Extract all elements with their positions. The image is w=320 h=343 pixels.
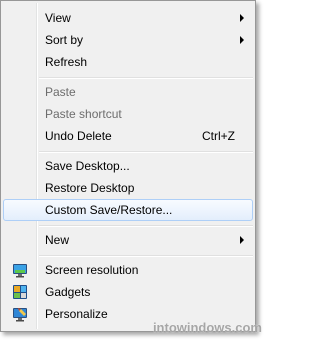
menu-item-label: Refresh — [45, 55, 88, 69]
menu-item-label: Undo Delete — [45, 129, 112, 143]
menu-item-custom-save-restore[interactable]: Custom Save/Restore... — [3, 199, 253, 221]
watermark-text: intowindows.com — [152, 320, 262, 335]
menu-item-gadgets[interactable]: Gadgets — [3, 281, 253, 303]
monitor-icon — [13, 264, 27, 278]
menu-item-label: Restore Desktop — [45, 181, 135, 195]
submenu-arrow-icon — [240, 14, 244, 22]
menu-item-new[interactable]: New — [3, 229, 253, 251]
menu-separator — [39, 225, 253, 227]
menu-item-label: Paste — [45, 85, 76, 99]
menu-item-sort-by[interactable]: Sort by — [3, 29, 253, 51]
menu-separator — [39, 77, 253, 79]
desktop-background: View Sort by Refresh Paste Paste shortcu… — [0, 0, 270, 343]
submenu-arrow-icon — [240, 36, 244, 44]
menu-item-view[interactable]: View — [3, 7, 253, 29]
menu-separator — [39, 151, 253, 153]
menu-item-label: View — [45, 11, 71, 25]
menu-item-save-desktop[interactable]: Save Desktop... — [3, 155, 253, 177]
menu-item-undo-delete[interactable]: Undo Delete Ctrl+Z — [3, 125, 253, 147]
menu-item-paste: Paste — [3, 81, 253, 103]
gadgets-icon — [13, 285, 27, 299]
menu-item-refresh[interactable]: Refresh — [3, 51, 253, 73]
menu-item-label: Gadgets — [45, 285, 91, 299]
submenu-arrow-icon — [240, 236, 244, 244]
menu-item-label: Personalize — [45, 307, 108, 321]
menu-item-label: Save Desktop... — [45, 159, 130, 173]
menu-item-label: New — [45, 233, 70, 247]
menu-item-screen-resolution[interactable]: Screen resolution — [3, 259, 253, 281]
menu-item-label: Screen resolution — [45, 263, 139, 277]
menu-item-label: Paste shortcut — [45, 107, 122, 121]
menu-item-restore-desktop[interactable]: Restore Desktop — [3, 177, 253, 199]
menu-item-shortcut: Ctrl+Z — [202, 129, 235, 143]
menu-item-label: Sort by — [45, 33, 84, 47]
personalize-icon — [13, 308, 27, 322]
menu-item-paste-shortcut: Paste shortcut — [3, 103, 253, 125]
menu-item-label: Custom Save/Restore... — [45, 203, 173, 217]
menu-separator — [39, 255, 253, 257]
context-menu: View Sort by Refresh Paste Paste shortcu… — [0, 0, 256, 332]
